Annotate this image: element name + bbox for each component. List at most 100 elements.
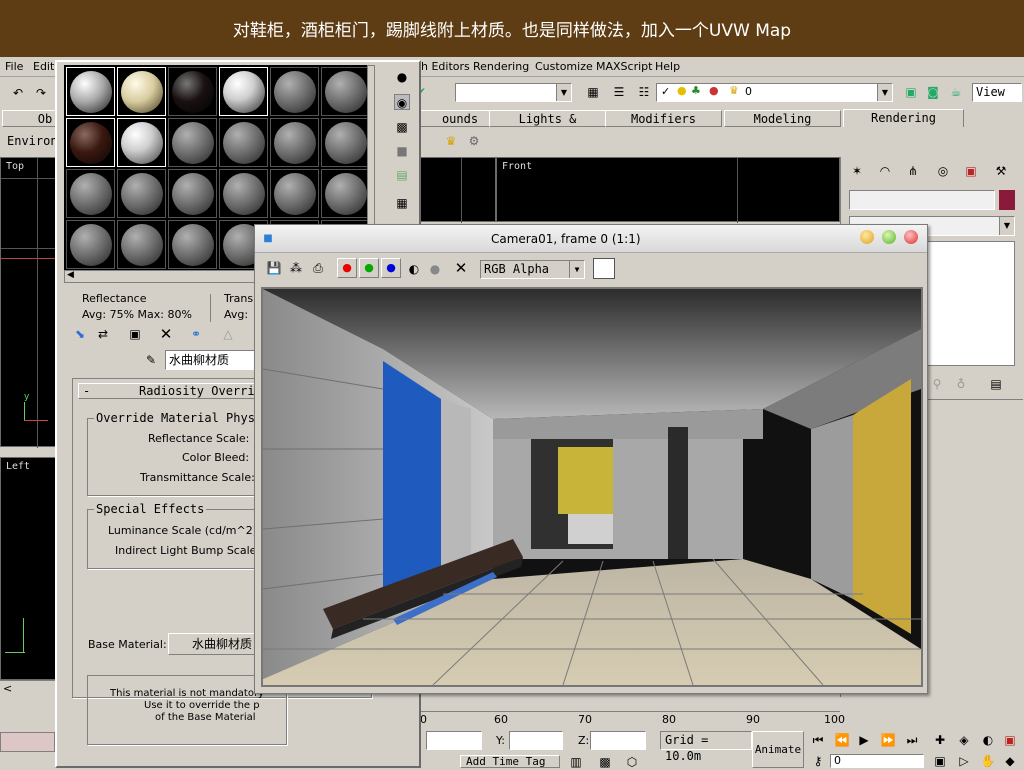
timeline-ruler[interactable]: 60 70 80 90 100 0 [420, 697, 845, 727]
sample-uv-tiling-icon[interactable]: ■ [394, 143, 410, 159]
tab-modeling[interactable]: Modeling [724, 110, 841, 127]
display-icon[interactable]: ▣ [963, 163, 979, 179]
current-frame-field[interactable]: 0 [830, 754, 924, 768]
undo-icon[interactable]: ↶ [10, 85, 26, 101]
green-channel-icon[interactable]: ● [359, 258, 379, 278]
add-time-tag-button[interactable]: Add Time Tag [460, 755, 560, 768]
material-sample-slot[interactable] [66, 220, 115, 269]
viewport-view-field[interactable]: View [972, 83, 1022, 102]
save-bitmap-icon[interactable]: 💾 [266, 260, 282, 276]
menu-graph-editors[interactable]: h Editors [421, 60, 470, 73]
field-of-view-icon[interactable]: ▣ [932, 753, 948, 769]
rollout-header[interactable]: - Radiosity Overri [78, 383, 278, 399]
material-sample-slot[interactable] [117, 118, 166, 167]
menu-maxscript[interactable]: MAXScript [596, 60, 652, 73]
truck-icon[interactable]: ▷ [956, 753, 972, 769]
key-mode-icon[interactable]: ⚷ [810, 753, 826, 769]
menu-help[interactable]: Help [655, 60, 680, 73]
named-selection-icon[interactable]: ▦ [585, 84, 601, 100]
render-crown-icon[interactable]: ♛ [443, 133, 459, 149]
pin-stack-icon[interactable]: ⚲ [929, 376, 945, 392]
material-sample-slot[interactable] [321, 169, 370, 218]
window-titlebar[interactable]: ■ Camera01, frame 0 (1:1) [255, 225, 927, 253]
make-preview-icon[interactable]: ▦ [394, 195, 410, 211]
viewport-top[interactable]: Top [0, 157, 58, 448]
y-coordinate-field[interactable] [509, 731, 563, 750]
zoom-icon[interactable]: ✚ [932, 732, 948, 748]
viewport-left[interactable]: Left [0, 457, 57, 680]
minimize-button[interactable] [860, 230, 874, 244]
video-color-check-icon[interactable]: ▤ [394, 167, 410, 183]
put-to-scene-icon[interactable]: ⇄ [95, 326, 111, 342]
object-color-swatch[interactable] [999, 190, 1015, 210]
object-name-field[interactable] [849, 190, 995, 210]
hierarchy-icon[interactable]: ⋔ [905, 163, 921, 179]
material-sample-slot[interactable] [168, 118, 217, 167]
goto-end-icon[interactable]: ⏭ [904, 732, 920, 748]
material-sample-slot[interactable] [168, 169, 217, 218]
menu-rendering[interactable]: Rendering [473, 60, 529, 73]
utilities-icon[interactable]: ⚒ [993, 163, 1009, 179]
quick-render-icon[interactable]: ☕ [948, 84, 964, 100]
play-icon[interactable]: ▶ [856, 732, 872, 748]
material-sample-slot[interactable] [66, 169, 115, 218]
red-channel-icon[interactable]: ● [337, 258, 357, 278]
display-channel-dropdown[interactable]: RGB Alpha ▼ [480, 260, 585, 279]
background-checker-icon[interactable]: ▩ [394, 119, 410, 135]
tab-modifiers[interactable]: Modifiers [605, 110, 722, 127]
zoom-extents-icon[interactable]: ◐ [980, 732, 996, 748]
menu-file[interactable]: File [5, 60, 23, 73]
maximize-button[interactable] [882, 230, 896, 244]
next-frame-icon[interactable]: ⏩ [880, 732, 896, 748]
tab-rendering[interactable]: Rendering [843, 109, 964, 127]
prev-frame-icon[interactable]: ⏪ [834, 732, 850, 748]
animate-button[interactable]: Animate [752, 731, 804, 768]
schematic-icon[interactable]: ▣ [903, 84, 919, 100]
object-list-dropdown[interactable]: ✓ ● ♣ ● ♛ 0 ▼ [656, 83, 893, 102]
horizontal-scrollbar[interactable]: < [0, 680, 57, 697]
pan-hand-icon[interactable]: ✋ [980, 753, 996, 769]
close-button[interactable] [904, 230, 918, 244]
material-sample-slot[interactable] [117, 169, 166, 218]
remove-modifier-icon[interactable]: ♁ [953, 376, 969, 392]
viewport-front[interactable]: Front [496, 157, 840, 223]
material-sample-slot[interactable] [219, 118, 268, 167]
put-to-library-icon[interactable]: △ [220, 326, 236, 342]
goto-start-icon[interactable]: ⏮ [810, 732, 826, 748]
monochrome-icon[interactable]: ● [427, 261, 443, 277]
alpha-channel-icon[interactable]: ◐ [406, 261, 422, 277]
clone-window-icon[interactable]: ⁂ [288, 260, 304, 276]
material-sample-slot[interactable] [270, 169, 319, 218]
pixel-color-swatch[interactable] [593, 258, 615, 279]
material-sample-slot[interactable] [66, 67, 115, 116]
sample-type-sphere-icon[interactable]: ● [394, 69, 410, 85]
tab-lights-cameras[interactable]: Lights & Cameras [489, 110, 606, 142]
material-sample-slot[interactable] [270, 67, 319, 116]
material-sample-slot[interactable] [117, 220, 166, 269]
reset-map-icon[interactable]: ✕ [158, 326, 174, 342]
pick-material-eyedropper-icon[interactable]: ✎ [143, 352, 159, 368]
material-sample-slot[interactable] [117, 67, 166, 116]
menu-edit[interactable]: Edit [33, 60, 54, 73]
create-icon[interactable]: ✶ [849, 163, 865, 179]
motion-icon[interactable]: ◎ [935, 163, 951, 179]
zoom-extents-all-icon[interactable]: ▣ [1002, 732, 1018, 748]
material-sample-slot[interactable] [321, 118, 370, 167]
zoom-all-icon[interactable]: ◈ [956, 732, 972, 748]
material-sample-slot[interactable] [270, 118, 319, 167]
configure-sets-icon[interactable]: ▤ [988, 376, 1004, 392]
backlight-icon[interactable]: ◉ [394, 94, 410, 110]
material-sample-slot[interactable] [168, 67, 217, 116]
material-sample-slot[interactable] [219, 169, 268, 218]
z-coordinate-field[interactable] [590, 731, 646, 750]
material-sample-slot[interactable] [219, 67, 268, 116]
selection-set-dropdown[interactable]: ▼ [455, 83, 572, 102]
print-icon[interactable]: ⎙ [310, 260, 326, 276]
material-sample-slot[interactable] [168, 220, 217, 269]
material-sample-slot[interactable] [66, 118, 115, 167]
get-material-icon[interactable]: ⬊ [72, 326, 88, 342]
blue-channel-icon[interactable]: ● [381, 258, 401, 278]
settings-gear-icon[interactable]: ⚙ [466, 133, 482, 149]
clear-icon[interactable]: ✕ [453, 260, 469, 276]
make-unique-icon[interactable]: ⚭ [188, 326, 204, 342]
